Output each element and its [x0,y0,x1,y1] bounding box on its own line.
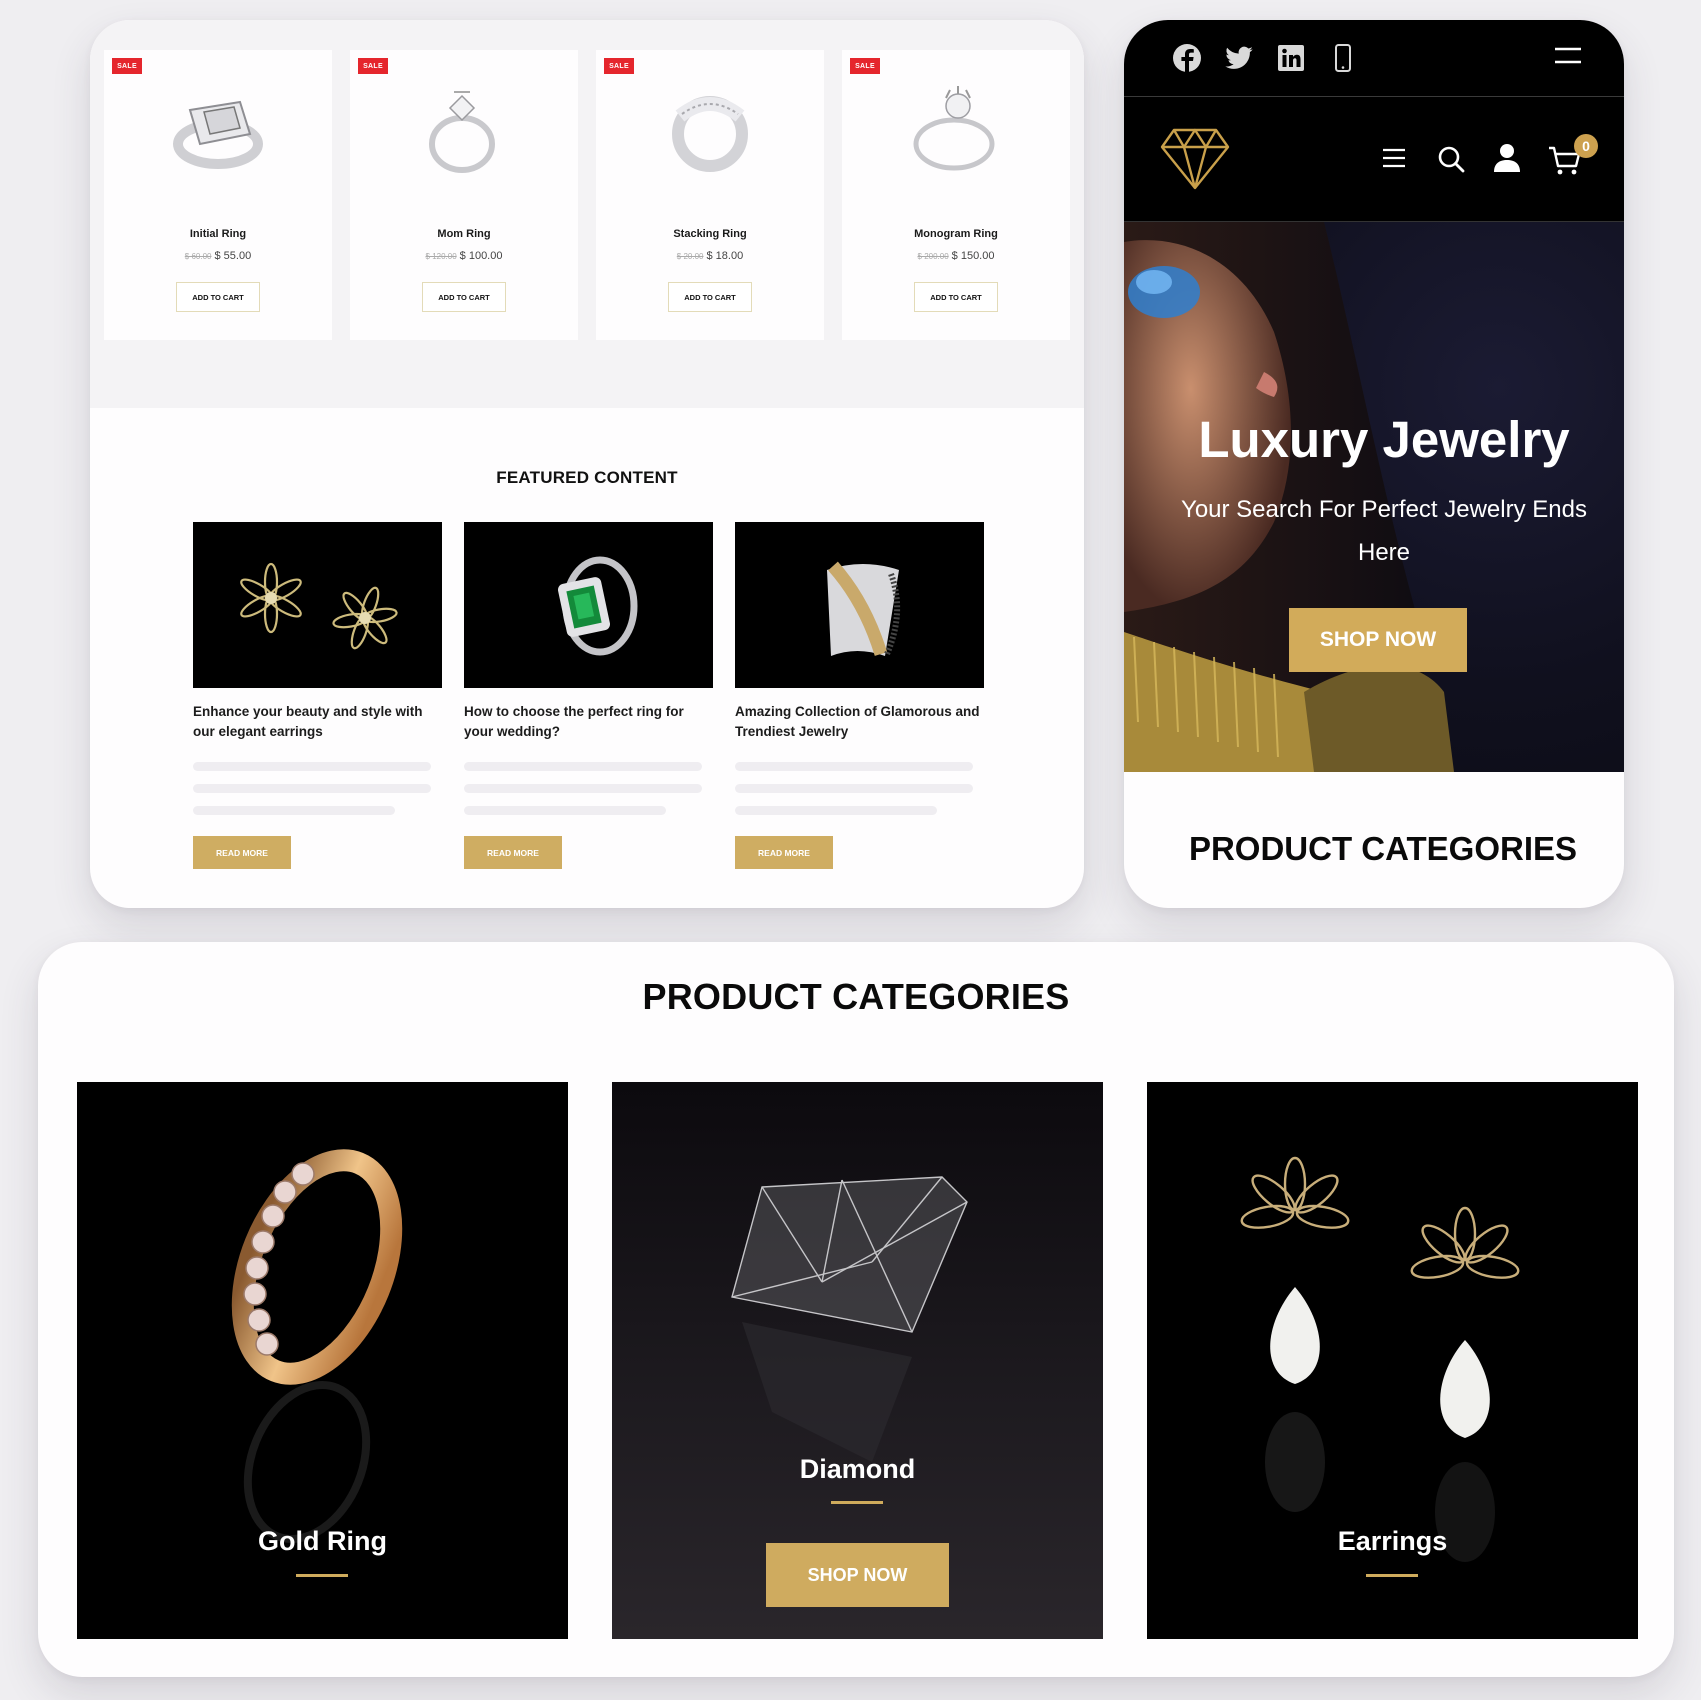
linkedin-icon[interactable] [1276,43,1306,73]
price-row: $ 120.00 $ 100.00 [350,250,578,262]
top-bar [1124,20,1624,97]
hero-subtitle: Your Search For Perfect Jewelry Ends Her… [1181,496,1587,566]
sale-price: $ 100.00 [459,250,503,262]
gold-divider [296,1574,348,1577]
product-card[interactable]: SALE Monogram Ring $ 200.00 $ 150.00 ADD … [842,50,1070,340]
add-to-cart-button[interactable]: ADD TO CART [668,282,752,312]
phone-icon[interactable] [1328,43,1358,73]
old-price: $ 120.00 [425,252,457,261]
product-card[interactable]: SALE Mom Ring $ 120.00 $ 100.00 ADD TO CA… [350,50,578,340]
user-icon[interactable] [1493,143,1521,173]
add-to-cart-button[interactable]: ADD TO CART [176,282,260,312]
read-more-button[interactable]: READ MORE [735,836,833,869]
post-image-flower-earrings[interactable] [193,522,442,688]
hero-title: Luxury Jewelry [1198,411,1570,468]
cart-count-badge: 0 [1574,134,1598,158]
excerpt-placeholder [464,762,713,815]
sale-price: $ 55.00 [214,250,252,262]
post-image-emerald-ring[interactable] [464,522,713,688]
category-label: Gold Ring [258,1526,387,1556]
price-row: $ 200.00 $ 150.00 [842,250,1070,262]
sale-price: $ 18.00 [706,250,744,262]
post-image-diamond-cuff[interactable] [735,522,984,688]
mobile-categories-heading: PRODUCT CATEGORIES [1188,830,1578,867]
diamond-logo-icon[interactable] [1160,128,1230,190]
categories-heading: PRODUCT CATEGORIES [642,976,1070,1017]
category-label: Earrings [1337,1526,1448,1556]
product-card[interactable]: SALE Initial Ring $ 60.00 $ 55.00 ADD TO … [104,50,332,340]
hero-banner: Luxury Jewelry Your Search For Perfect J… [1124,222,1624,772]
sale-badge: SALE [604,58,634,74]
ring-image [429,91,495,173]
sale-badge: SALE [112,58,142,74]
category-shop-now-button[interactable]: SHOP NOW [766,1543,949,1607]
ring-image [173,100,263,169]
desktop-shop-panel: SALE Initial Ring $ 60.00 $ 55.00 ADD TO … [90,20,1084,908]
product-name: Mom Ring [437,228,491,240]
read-more-button[interactable]: READ MORE [193,836,291,869]
facebook-icon[interactable] [1172,43,1202,73]
category-card-diamond[interactable]: Diamond SHOP NOW [612,1082,1103,1639]
twitter-icon[interactable] [1224,43,1254,73]
search-icon[interactable] [1437,145,1465,173]
ring-image [913,86,995,171]
product-name: Initial Ring [189,228,247,240]
product-name: Stacking Ring [673,228,747,240]
post-title[interactable]: Enhance your beauty and style with our e… [193,702,442,742]
blog-post-card[interactable]: Enhance your beauty and style with our e… [193,522,442,869]
sale-price: $ 150.00 [951,250,995,262]
add-to-cart-button[interactable]: ADD TO CART [422,282,506,312]
read-more-button[interactable]: READ MORE [464,836,562,869]
blog-post-card[interactable]: How to choose the perfect ring for your … [464,522,713,869]
old-price: $ 60.00 [184,252,212,261]
add-to-cart-button[interactable]: ADD TO CART [914,282,998,312]
product-name: Monogram Ring [914,228,998,240]
sale-badge: SALE [850,58,880,74]
post-title[interactable]: Amazing Collection of Glamorous and Tren… [735,702,984,742]
product-card[interactable]: SALE Stacking Ring $ 20.00 $ 18.00 ADD TO… [596,50,824,340]
category-card-earrings[interactable]: Earrings [1147,1082,1638,1639]
category-card-gold-ring[interactable]: Gold Ring [77,1082,568,1639]
top-menu-icon[interactable] [1554,46,1582,64]
sale-badge: SALE [358,58,388,74]
old-price: $ 200.00 [917,252,949,261]
menu-icon[interactable] [1382,146,1406,170]
featured-content-heading: FEATURED CONTENT [496,468,678,487]
ring-image [672,96,748,172]
gold-divider [831,1501,883,1504]
price-row: $ 20.00 $ 18.00 [596,250,824,262]
product-categories-panel: PRODUCT CATEGORIES Gold Ring Diamond SHO… [38,942,1674,1677]
main-navbar: 0 [1124,97,1624,222]
old-price: $ 20.00 [676,252,704,261]
hero-shop-now-button[interactable]: SHOP NOW [1289,608,1467,672]
price-row: $ 60.00 $ 55.00 [104,250,332,262]
category-label: Diamond [799,1454,916,1484]
blog-post-card[interactable]: Amazing Collection of Glamorous and Tren… [735,522,984,869]
excerpt-placeholder [193,762,442,815]
gold-divider [1366,1574,1418,1577]
excerpt-placeholder [735,762,984,815]
mobile-preview-panel: 0 Luxury Jewelry Your Search For Perfect… [1124,20,1624,908]
post-title[interactable]: How to choose the perfect ring for your … [464,702,713,742]
